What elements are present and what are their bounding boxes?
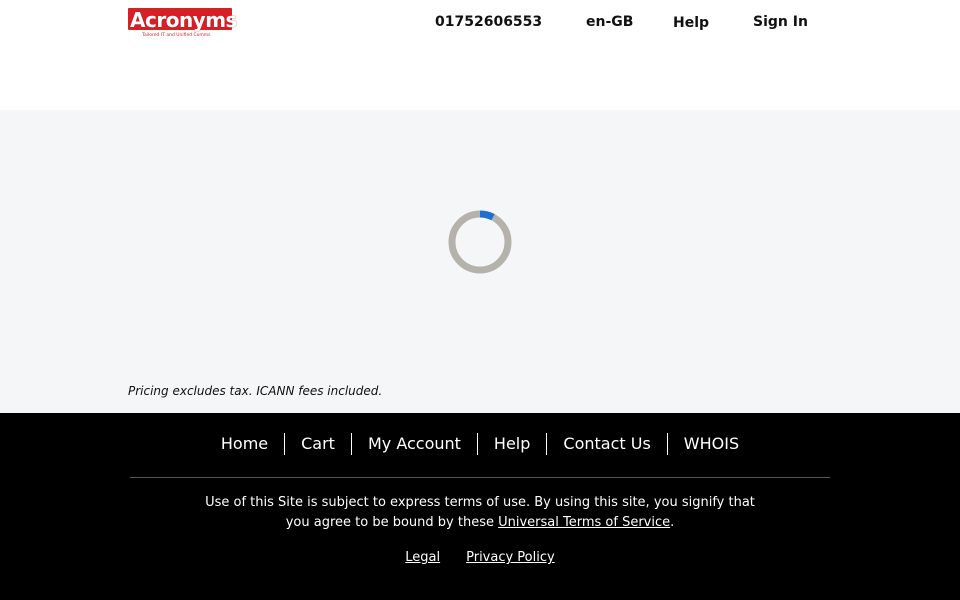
footer-link-my-account[interactable]: My Account [350,433,477,455]
logo-tagline: Tailored IT and Unified Comms [142,33,211,38]
footer-divider [130,477,830,478]
privacy-policy-link[interactable]: Privacy Policy [466,549,555,567]
loading-spinner-icon [448,210,512,274]
pricing-note: Pricing excludes tax. ICANN fees include… [128,384,383,398]
acronyms-logo[interactable]: Acronyms Tailored IT and Unified Comms [128,6,237,40]
help-link[interactable]: Help [673,13,709,33]
site-footer: Home Cart My Account Help Contact Us WHO… [0,413,960,600]
logo-text: Acronyms [130,8,237,32]
main-content: Pricing excludes tax. ICANN fees include… [0,110,960,413]
phone-link[interactable]: 01752606553 [435,12,542,32]
site-header: Acronyms Tailored IT and Unified Comms 0… [0,0,960,110]
footer-link-cart[interactable]: Cart [284,433,351,455]
footer-link-whois[interactable]: WHOIS [666,433,755,455]
footer-link-home[interactable]: Home [205,433,284,455]
footer-legal-links: Legal Privacy Policy [0,549,960,567]
footer-nav: Home Cart My Account Help Contact Us WHO… [0,433,960,455]
terms-text-end: . [670,515,675,530]
footer-link-contact-us[interactable]: Contact Us [546,433,666,455]
sign-in-link[interactable]: Sign In [753,12,808,32]
spinner-accent [479,210,495,221]
terms-of-use-text: Use of this Site is subject to express t… [200,493,760,533]
language-selector[interactable]: en-GB [586,12,633,32]
universal-terms-link[interactable]: Universal Terms of Service [498,515,670,530]
legal-link[interactable]: Legal [405,549,440,567]
footer-link-help[interactable]: Help [476,433,546,455]
spinner-track [448,210,512,274]
